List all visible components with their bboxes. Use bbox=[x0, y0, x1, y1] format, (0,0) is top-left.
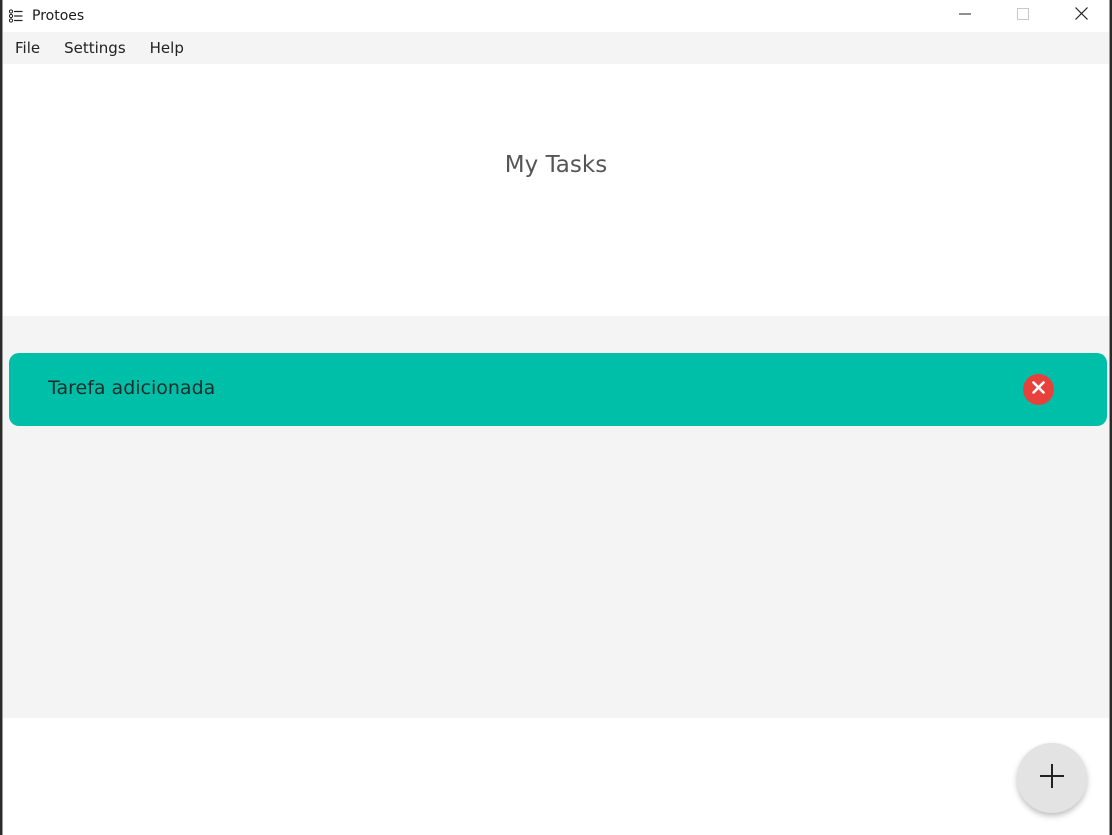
menu-help[interactable]: Help bbox=[138, 32, 196, 64]
plus-icon bbox=[1039, 763, 1065, 794]
maximize-button[interactable] bbox=[994, 0, 1052, 32]
list-icon bbox=[8, 9, 23, 23]
app-window: Protoes File Settings Help My Tasks Tare… bbox=[2, 0, 1110, 835]
close-button[interactable] bbox=[1052, 0, 1109, 32]
minimize-button[interactable] bbox=[936, 0, 994, 32]
menu-settings[interactable]: Settings bbox=[52, 32, 138, 64]
add-task-button[interactable] bbox=[1017, 743, 1087, 813]
page-title: My Tasks bbox=[504, 152, 608, 178]
task-item[interactable]: Tarefa adicionada bbox=[9, 353, 1107, 426]
title-bar[interactable]: Protoes bbox=[3, 0, 1109, 32]
delete-x-icon bbox=[1032, 380, 1045, 399]
window-title: Protoes bbox=[32, 8, 85, 24]
footer bbox=[3, 718, 1109, 835]
task-list: Tarefa adicionada bbox=[3, 316, 1109, 718]
close-icon bbox=[1074, 7, 1088, 25]
menu-bar: File Settings Help bbox=[3, 32, 1109, 64]
maximize-icon bbox=[1017, 7, 1029, 25]
header: My Tasks bbox=[3, 64, 1109, 316]
task-label: Tarefa adicionada bbox=[48, 377, 216, 399]
delete-task-button[interactable] bbox=[1023, 374, 1054, 405]
menu-file[interactable]: File bbox=[3, 32, 52, 64]
minimize-icon bbox=[959, 7, 971, 25]
